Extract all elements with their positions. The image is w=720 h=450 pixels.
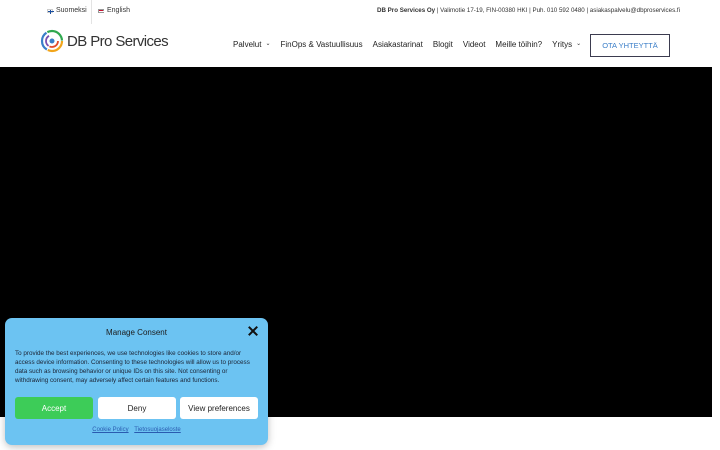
top-bar: Suomeksi English DB Pro Services Oy | Va… [0, 0, 720, 24]
nav-item-label: Palvelut [233, 40, 262, 49]
nav-item-label: Asiakastarinat [372, 40, 423, 49]
nav-item-finops[interactable]: FinOps & Vastuullisuus [281, 40, 363, 49]
logo-text: DB Pro Services [67, 32, 169, 50]
contact-info: DB Pro Services Oy | Valimotie 17-19, FI… [377, 7, 680, 14]
language-finnish-label: Suomeksi [56, 7, 87, 14]
chevron-down-icon: ⌄ [265, 41, 271, 47]
logo-swirl-icon [40, 29, 64, 53]
nav-item-label: FinOps & Vastuullisuus [280, 40, 363, 49]
nav-item-videot[interactable]: Videot [463, 40, 486, 49]
accept-button[interactable]: Accept [15, 397, 93, 419]
finland-flag-icon [47, 8, 54, 14]
company-name: DB Pro Services Oy [377, 7, 436, 14]
cookie-policy-link[interactable]: Cookie Policy [92, 427, 128, 433]
view-preferences-button[interactable]: View preferences [180, 397, 258, 419]
nav-item-asiakastarinat[interactable]: Asiakastarinat [373, 40, 423, 49]
nav-item-palvelut[interactable]: Palvelut ⌄ [233, 40, 271, 49]
consent-dialog: Manage Consent To provide the best exper… [5, 318, 268, 445]
nav-item-label: Videot [462, 40, 486, 49]
nav-item-label: Yritys [552, 40, 573, 49]
close-icon[interactable] [248, 326, 258, 336]
contact-cta-button[interactable]: OTA YHTEYTTÄ [590, 34, 670, 57]
nav-item-blogit[interactable]: Blogit [433, 40, 453, 49]
chevron-down-icon: ⌄ [576, 41, 582, 47]
language-finnish[interactable]: Suomeksi [47, 7, 87, 14]
consent-links: Cookie Policy Tietosuojaseloste [5, 427, 268, 433]
site-header: DB Pro Services Palvelut ⌄ FinOps & Vast… [0, 24, 720, 67]
uk-flag-icon [98, 8, 105, 13]
consent-title: Manage Consent [106, 328, 167, 337]
page-scrollbar[interactable] [712, 67, 720, 450]
language-divider [91, 0, 92, 24]
site-logo[interactable]: DB Pro Services [40, 29, 169, 53]
nav-item-yritys[interactable]: Yritys ⌄ [552, 40, 581, 49]
nav-item-meille-toihin[interactable]: Meille töihin? [495, 40, 542, 49]
language-english-label: English [107, 7, 130, 14]
privacy-policy-link[interactable]: Tietosuojaseloste [134, 427, 180, 433]
deny-button[interactable]: Deny [98, 397, 176, 419]
nav-item-label: Blogit [432, 40, 453, 49]
nav-item-label: Meille töihin? [495, 40, 543, 49]
main-nav: Palvelut ⌄ FinOps & Vastuullisuus Asiaka… [233, 40, 591, 49]
language-english[interactable]: English [98, 7, 130, 14]
contact-details: | Valimotie 17-19, FIN-00380 HKI | Puh. … [435, 7, 680, 14]
consent-message: To provide the best experiences, we use … [15, 350, 250, 384]
